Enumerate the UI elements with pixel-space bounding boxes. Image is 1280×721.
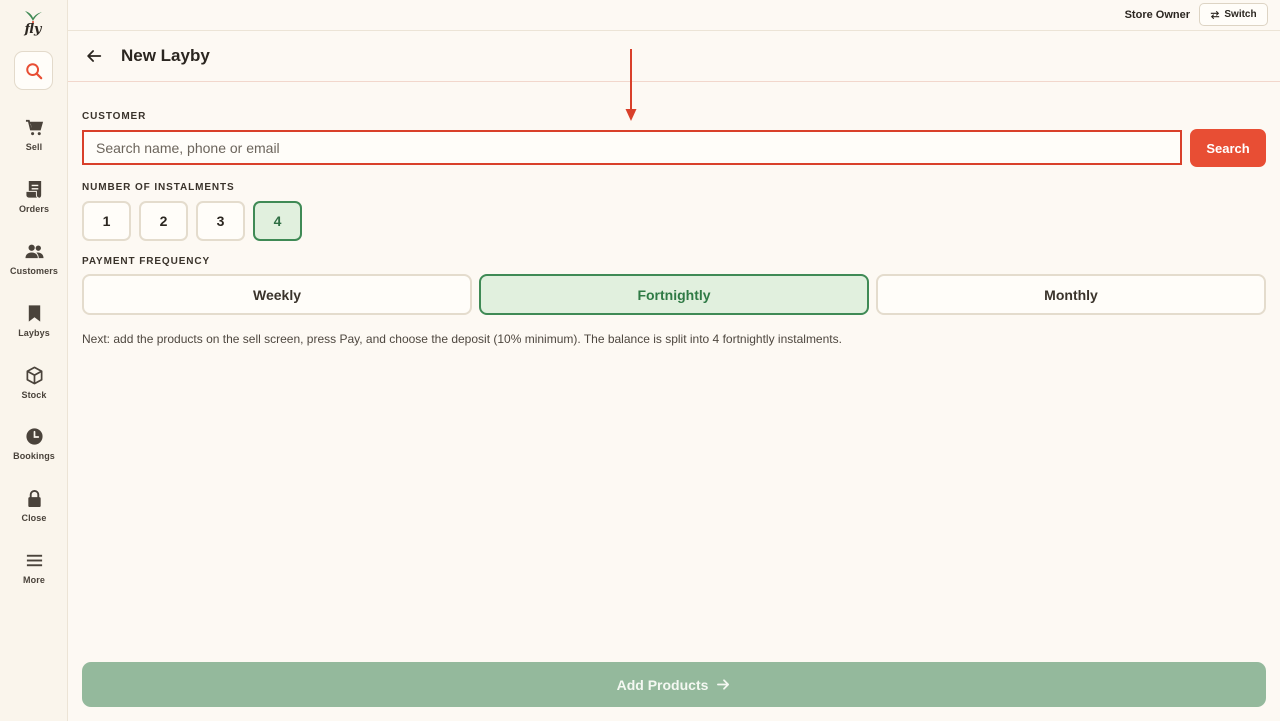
sidebar-item-laybys[interactable]: Laybys — [0, 303, 68, 353]
instalment-option-3[interactable]: 3 — [196, 201, 245, 241]
sidebar-item-sell[interactable]: Sell — [0, 117, 68, 167]
next-step-hint: Next: add the products on the sell scree… — [82, 332, 842, 346]
page-title: New Layby — [121, 46, 210, 65]
instalments-label: NUMBER OF INSTALMENTS — [82, 182, 235, 193]
instalment-option-1[interactable]: 1 — [82, 201, 131, 241]
customer-search-input[interactable] — [82, 130, 1182, 165]
sidebar: fly Sell Orders Customers Laybys Stock B… — [0, 0, 68, 721]
users-icon — [24, 241, 44, 261]
sidebar-item-label: More — [23, 575, 45, 585]
frequency-option-weekly[interactable]: Weekly — [82, 274, 472, 315]
sidebar-item-more[interactable]: More — [0, 550, 68, 600]
box-icon — [24, 365, 44, 385]
switch-label: Switch — [1224, 9, 1257, 20]
instalment-option-2[interactable]: 2 — [139, 201, 188, 241]
customer-label: CUSTOMER — [82, 111, 147, 122]
sidebar-item-label: Orders — [18, 204, 50, 214]
cart-icon — [24, 117, 44, 137]
receipt-icon — [24, 179, 44, 199]
sidebar-item-label: Bookings — [13, 451, 55, 461]
clock-icon — [24, 426, 44, 446]
add-products-label: Add Products — [616, 676, 709, 693]
frequency-option-monthly[interactable]: Monthly — [876, 274, 1266, 315]
sidebar-item-stock[interactable]: Stock — [0, 365, 68, 415]
frequency-option-fortnightly[interactable]: Fortnightly — [479, 274, 869, 315]
sidebar-item-label: Laybys — [18, 328, 50, 338]
instalment-option-4[interactable]: 4 — [253, 201, 302, 241]
sidebar-item-customers[interactable]: Customers — [0, 241, 68, 291]
logo-text: fly — [24, 22, 42, 37]
annotation-arrow-icon — [625, 49, 637, 121]
sidebar-item-label: Stock — [21, 390, 47, 400]
sidebar-item-bookings[interactable]: Bookings — [0, 426, 68, 476]
back-button[interactable] — [84, 46, 104, 66]
global-search-button[interactable] — [14, 51, 53, 90]
page-header: New Layby — [68, 31, 1280, 82]
frequency-label: PAYMENT FREQUENCY — [82, 256, 211, 267]
sidebar-item-orders[interactable]: Orders — [0, 179, 68, 229]
bookmark-icon — [24, 303, 44, 323]
switch-user-button[interactable]: Switch — [1199, 3, 1268, 26]
app-logo[interactable]: fly — [19, 9, 47, 41]
top-bar: Store Owner Switch — [68, 0, 1280, 31]
search-icon — [25, 62, 42, 79]
customer-search-button[interactable]: Search — [1190, 129, 1266, 167]
menu-icon — [24, 550, 44, 570]
sidebar-item-label: Customers — [10, 266, 58, 276]
sidebar-item-label: Close — [21, 513, 47, 523]
sidebar-item-label: Sell — [25, 142, 43, 152]
current-user-label: Store Owner — [1124, 9, 1190, 21]
sidebar-item-close[interactable]: Close — [0, 488, 68, 538]
arrow-right-icon — [717, 679, 730, 690]
swap-icon — [1211, 10, 1220, 19]
arrow-left-icon — [87, 50, 102, 62]
lock-icon — [24, 488, 44, 508]
add-products-button[interactable]: Add Products — [82, 662, 1266, 707]
